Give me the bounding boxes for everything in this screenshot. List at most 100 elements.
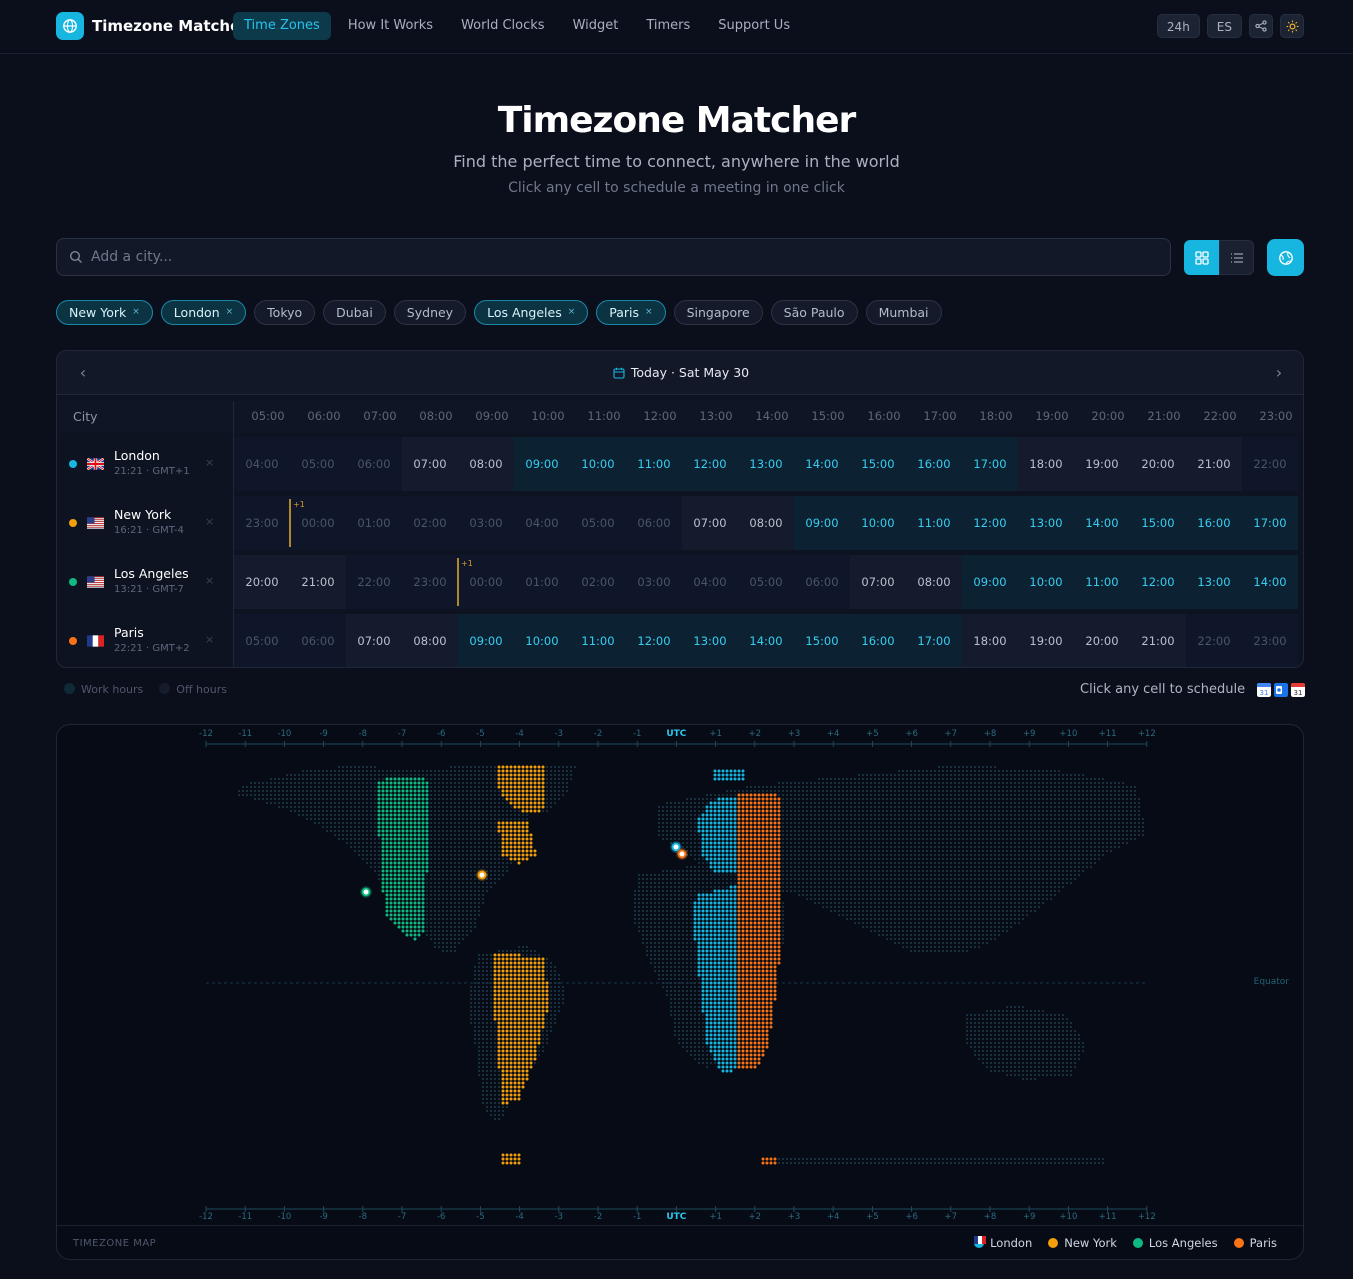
time-slot[interactable]: 23:00 xyxy=(402,555,458,609)
time-slot[interactable]: 03:00 xyxy=(626,555,682,609)
time-slot[interactable]: 13:00 xyxy=(682,614,738,667)
nav-link-support-us[interactable]: Support Us xyxy=(707,12,801,40)
time-slot[interactable]: 07:00 xyxy=(402,437,458,491)
time-slot[interactable]: 07:00 xyxy=(682,496,738,550)
city-chip[interactable]: Tokyo xyxy=(254,300,316,325)
time-slot[interactable]: 17:00 xyxy=(962,437,1018,491)
time-slot[interactable]: 11:00 xyxy=(1074,555,1130,609)
nav-link-timers[interactable]: Timers xyxy=(635,12,701,40)
time-slot[interactable]: 23:00 xyxy=(234,496,290,550)
time-slot[interactable]: 22:00 xyxy=(346,555,402,609)
time-slot[interactable]: 12:00 xyxy=(682,437,738,491)
close-icon[interactable]: × xyxy=(226,301,234,324)
time-slot[interactable]: 14:00 xyxy=(794,437,850,491)
time-slot[interactable]: 19:00 xyxy=(1018,614,1074,667)
time-slot[interactable]: 21:00 xyxy=(290,555,346,609)
time-slot[interactable]: 17:00 xyxy=(1242,496,1298,550)
time-slot[interactable]: 09:00 xyxy=(514,437,570,491)
apple-calendar-icon[interactable]: 31 xyxy=(1291,682,1306,697)
time-slot[interactable]: 22:00 xyxy=(1242,437,1298,491)
time-slot[interactable]: 08:00 xyxy=(738,496,794,550)
time-slot[interactable]: 16:00 xyxy=(1186,496,1242,550)
time-slot[interactable]: 20:00 xyxy=(1074,614,1130,667)
share-button[interactable] xyxy=(1249,14,1273,38)
time-slot[interactable]: 08:00 xyxy=(402,614,458,667)
city-chip[interactable]: Singapore xyxy=(673,300,763,325)
map-button[interactable] xyxy=(1267,239,1304,276)
nav-link-time-zones[interactable]: Time Zones xyxy=(233,12,331,40)
time-slot[interactable]: 15:00 xyxy=(794,614,850,667)
time-slot[interactable]: 16:00 xyxy=(906,437,962,491)
grid-view-button[interactable] xyxy=(1184,240,1219,275)
city-chip[interactable]: New York × xyxy=(56,300,153,325)
city-chip[interactable]: Dubai xyxy=(323,300,386,325)
nav-link-widget[interactable]: Widget xyxy=(562,12,630,40)
time-slot[interactable]: 02:00 xyxy=(570,555,626,609)
time-slot[interactable]: 05:00 xyxy=(234,614,290,667)
time-slot[interactable]: 09:00 xyxy=(458,614,514,667)
city-chip[interactable]: Sydney xyxy=(393,300,467,325)
list-view-button[interactable] xyxy=(1219,240,1254,275)
remove-city-icon[interactable]: × xyxy=(205,515,214,528)
google-calendar-icon[interactable]: 31 xyxy=(1257,682,1272,697)
time-slot[interactable]: 04:00 xyxy=(234,437,290,491)
time-slot[interactable]: 01:00 xyxy=(514,555,570,609)
time-slot[interactable]: 11:00 xyxy=(570,614,626,667)
time-slot[interactable]: 14:00 xyxy=(1074,496,1130,550)
time-slot[interactable]: 18:00 xyxy=(962,614,1018,667)
time-slot[interactable]: 12:00 xyxy=(1130,555,1186,609)
time-slot[interactable]: 02:00 xyxy=(402,496,458,550)
remove-city-icon[interactable]: × xyxy=(205,633,214,646)
time-slot[interactable]: 05:00 xyxy=(738,555,794,609)
city-chip[interactable]: Los Angeles × xyxy=(474,300,589,325)
time-slot[interactable]: 18:00 xyxy=(1018,437,1074,491)
time-slot[interactable]: 13:00 xyxy=(1186,555,1242,609)
time-slot[interactable]: 07:00 xyxy=(346,614,402,667)
time-slot[interactable]: 12:00 xyxy=(626,614,682,667)
time-slot[interactable]: 14:00 xyxy=(738,614,794,667)
close-icon[interactable]: × xyxy=(132,301,140,324)
time-format-toggle[interactable]: 24h xyxy=(1156,14,1200,38)
time-slot[interactable]: 12:00 xyxy=(962,496,1018,550)
close-icon[interactable]: × xyxy=(568,301,576,324)
time-slot[interactable]: 14:00 xyxy=(1242,555,1298,609)
next-day-button[interactable]: › xyxy=(1269,363,1289,383)
time-slot[interactable]: 11:00 xyxy=(906,496,962,550)
time-slot[interactable]: 13:00 xyxy=(738,437,794,491)
time-slot[interactable]: 19:00 xyxy=(1074,437,1130,491)
city-chip[interactable]: São Paulo xyxy=(770,300,858,325)
time-slot[interactable]: 04:00 xyxy=(514,496,570,550)
time-slot[interactable]: 05:00 xyxy=(290,437,346,491)
time-slot[interactable]: 08:00 xyxy=(906,555,962,609)
time-slot[interactable]: 09:00 xyxy=(794,496,850,550)
time-slot[interactable]: 08:00 xyxy=(458,437,514,491)
language-toggle[interactable]: ES xyxy=(1206,14,1242,38)
time-slot[interactable]: 03:00 xyxy=(458,496,514,550)
time-slot[interactable]: 13:00 xyxy=(1018,496,1074,550)
outlook-icon[interactable] xyxy=(1274,682,1289,697)
time-slot[interactable]: 23:00 xyxy=(1242,614,1298,667)
logo[interactable]: Timezone Matcher xyxy=(56,12,248,40)
time-slot[interactable]: 06:00 xyxy=(346,437,402,491)
city-chip[interactable]: Paris × xyxy=(596,300,666,325)
remove-city-icon[interactable]: × xyxy=(205,456,214,469)
time-slot[interactable]: 06:00 xyxy=(794,555,850,609)
nav-link-how-it-works[interactable]: How It Works xyxy=(337,12,444,40)
time-slot[interactable]: 10:00 xyxy=(514,614,570,667)
time-slot[interactable]: 06:00 xyxy=(290,614,346,667)
time-slot[interactable]: 22:00 xyxy=(1186,614,1242,667)
time-slot[interactable]: 15:00 xyxy=(850,437,906,491)
time-slot[interactable]: 09:00 xyxy=(962,555,1018,609)
time-slot[interactable]: 05:00 xyxy=(570,496,626,550)
time-slot[interactable]: 10:00 xyxy=(570,437,626,491)
nav-link-world-clocks[interactable]: World Clocks xyxy=(450,12,555,40)
time-slot[interactable]: 01:00 xyxy=(346,496,402,550)
time-slot[interactable]: 21:00 xyxy=(1186,437,1242,491)
city-search[interactable] xyxy=(56,238,1171,276)
theme-toggle[interactable] xyxy=(1280,14,1304,38)
time-slot[interactable]: 20:00 xyxy=(1130,437,1186,491)
time-slot[interactable]: 17:00 xyxy=(906,614,962,667)
time-slot[interactable]: 15:00 xyxy=(1130,496,1186,550)
time-slot[interactable]: 16:00 xyxy=(850,614,906,667)
time-slot[interactable]: 06:00 xyxy=(626,496,682,550)
